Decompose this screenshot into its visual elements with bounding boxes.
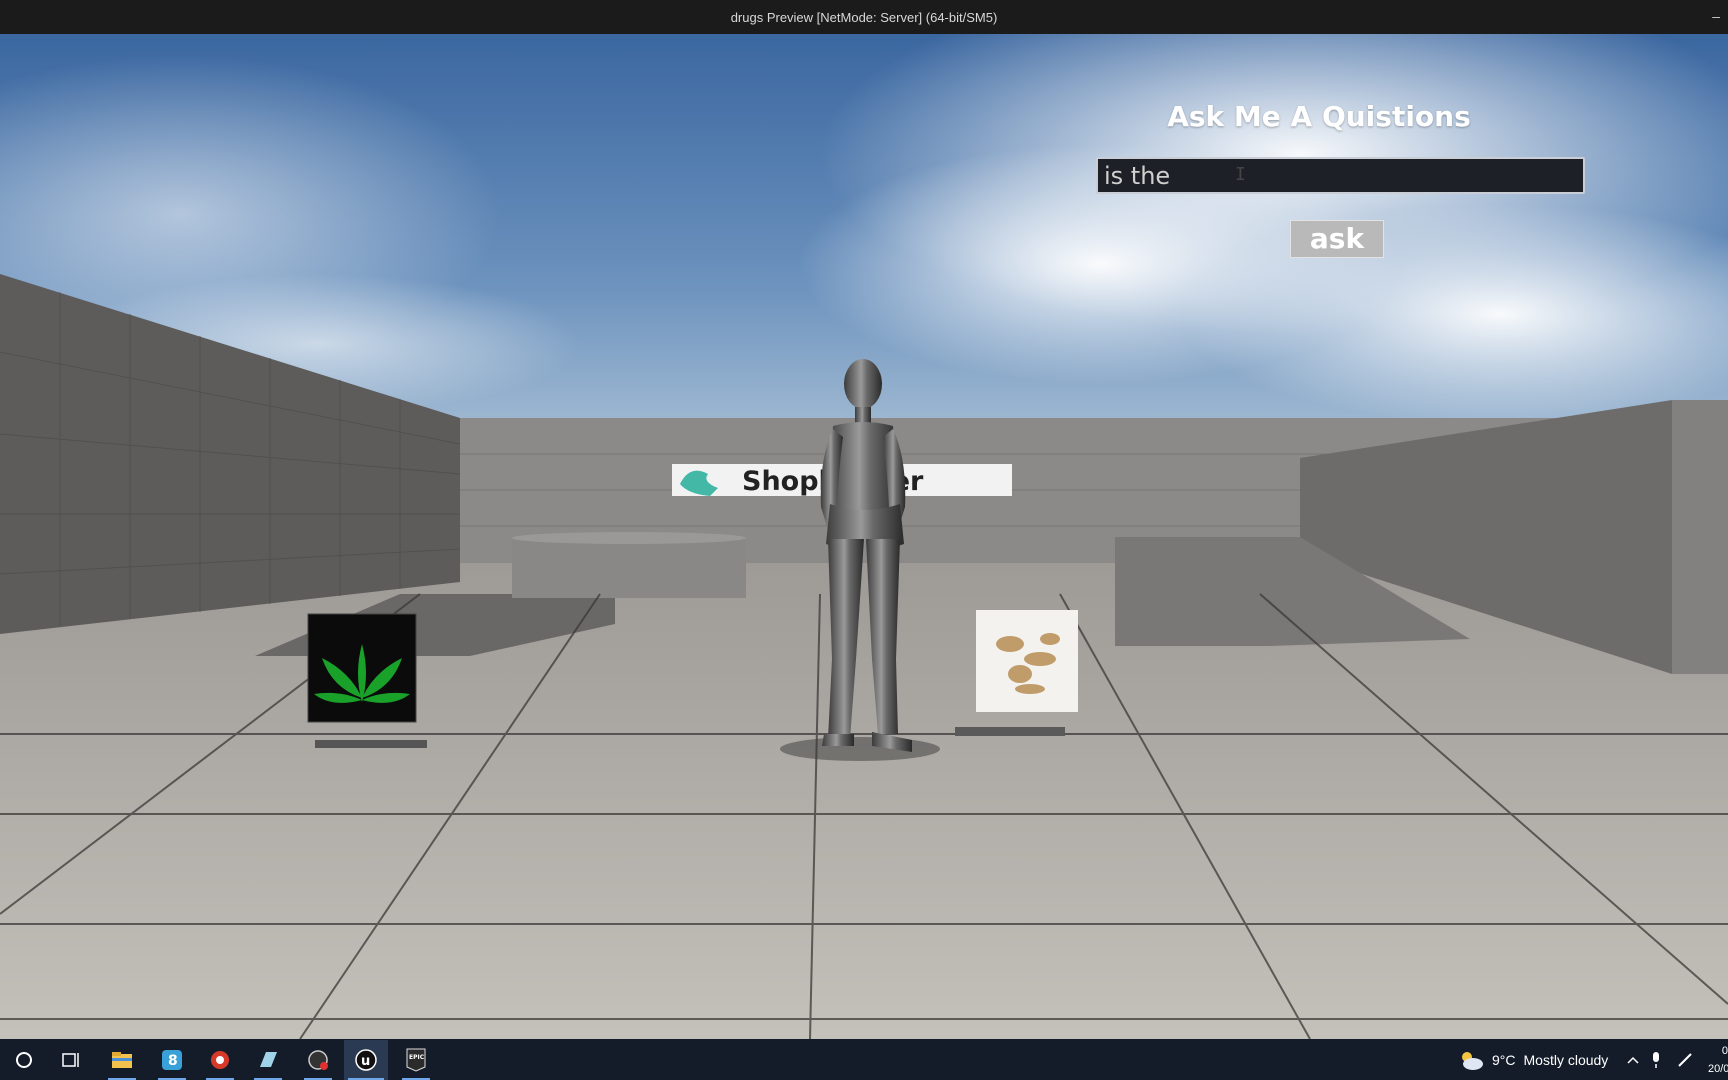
window-title: drugs Preview [NetMode: Server] (64-bit/… (730, 9, 998, 25)
app-red-icon[interactable] (198, 1040, 242, 1080)
cortana-search-icon[interactable] (2, 1040, 46, 1080)
minimize-button[interactable]: – (1712, 8, 1720, 24)
weather-widget[interactable]: 9°C Mostly cloudy (1458, 1040, 1608, 1080)
text-cursor-icon: I (1235, 164, 1246, 185)
pen-icon[interactable] (1676, 1040, 1694, 1080)
weather-desc: Mostly cloudy (1523, 1052, 1609, 1068)
game-viewport[interactable]: Shopkeeper (0, 34, 1728, 1039)
svg-text:u: u (361, 1054, 370, 1069)
ask-heading: Ask Me A Quistions (1167, 100, 1471, 133)
svg-text:8: 8 (168, 1053, 178, 1069)
question-input[interactable] (1096, 157, 1585, 194)
microphone-icon[interactable] (1650, 1040, 1662, 1080)
task-view-icon[interactable] (50, 1040, 94, 1080)
file-explorer-icon[interactable] (100, 1040, 144, 1080)
weather-temp: 9°C (1492, 1052, 1516, 1068)
show-hidden-icons-chevron-icon[interactable] (1626, 1040, 1640, 1080)
clock-time: 0 (1721, 1045, 1728, 1057)
notes-icon[interactable] (246, 1040, 290, 1080)
epic-games-icon[interactable]: EPIC (394, 1040, 438, 1080)
clock-date: 20/0 (1708, 1063, 1728, 1075)
unreal-engine-icon[interactable]: u (344, 1040, 388, 1080)
obs-icon[interactable] (296, 1040, 340, 1080)
svg-text:EPIC: EPIC (409, 1054, 425, 1061)
app-s-icon[interactable]: 8 (150, 1040, 194, 1080)
window-title-bar: drugs Preview [NetMode: Server] (64-bit/… (0, 0, 1728, 34)
cloud-sun-icon (1462, 1052, 1483, 1070)
ask-button[interactable]: ask (1290, 220, 1384, 258)
clock[interactable]: 0 20/0 (1708, 1042, 1728, 1078)
